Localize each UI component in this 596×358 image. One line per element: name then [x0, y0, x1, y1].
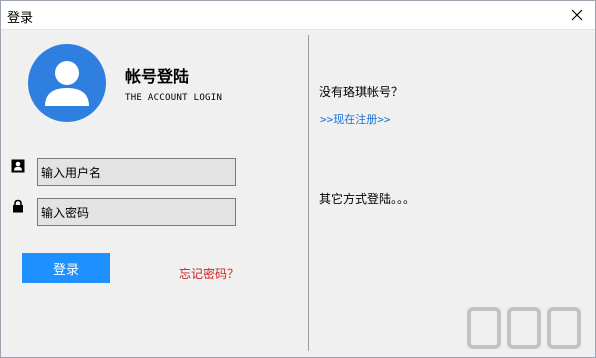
login-heading: 帐号登陆: [125, 67, 190, 86]
login-subheading: THE ACCOUNT LOGIN: [125, 93, 223, 103]
other-login-methods[interactable]: 其它方式登陆。。。: [319, 190, 415, 207]
password-field[interactable]: [37, 198, 236, 226]
window-title: 登录: [7, 11, 34, 26]
login-button[interactable]: 登录: [22, 253, 110, 283]
forgot-password-link[interactable]: 忘记密码？: [179, 265, 239, 282]
user-avatar-icon: [28, 44, 106, 122]
title-bar: 登录: [1, 1, 595, 30]
register-link[interactable]: >>现在注册>>: [320, 111, 391, 127]
lock-icon: [13, 199, 23, 213]
username-field[interactable]: [37, 158, 236, 186]
user-icon: [11, 159, 25, 173]
no-account-text: 没有珞琪帐号？: [319, 85, 404, 99]
vertical-divider: [308, 35, 309, 351]
watermark-logo: [467, 307, 581, 349]
login-window: 登录 帐号登陆 THE ACCOUNT LOGIN 登录 忘记密码？ 没有珞琪帐…: [0, 0, 596, 358]
close-button[interactable]: [559, 1, 595, 29]
close-icon: [571, 9, 583, 21]
